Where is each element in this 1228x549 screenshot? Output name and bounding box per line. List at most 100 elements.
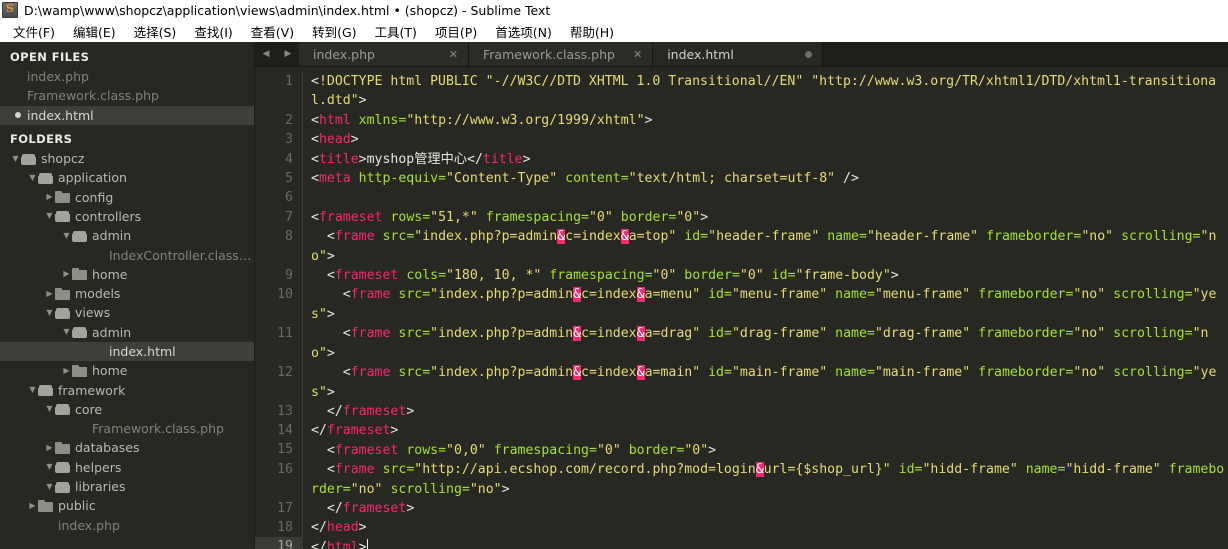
code-area[interactable]: 1 2 3 4 5 6 7 8 9 10 11 12 13 14 15 16 17 18 19 <!DO… <box>255 67 1228 549</box>
tab-modified-dot-icon[interactable] <box>805 50 813 58</box>
tree-item-label: home <box>92 266 128 282</box>
chevron-right-icon[interactable]: ▶ <box>44 443 55 452</box>
tree-folder-item[interactable]: ▶ home <box>0 265 254 284</box>
tree-folder-item[interactable]: ▼ framework <box>0 380 254 399</box>
line-number-continuation <box>255 479 302 498</box>
tree-folder-item[interactable]: ▼ helpers <box>0 458 254 477</box>
chevron-down-icon[interactable]: ▼ <box>44 463 55 471</box>
line-number: 16 <box>277 461 293 477</box>
line-number-continuation <box>255 305 302 324</box>
tree-folder-item[interactable]: ▼ core <box>0 400 254 419</box>
menu-item-preferences[interactable]: 首选项(N) <box>486 20 561 43</box>
menu-item-help[interactable]: 帮助(H) <box>561 20 623 43</box>
tree-folder-item[interactable]: ▼ views <box>0 303 254 322</box>
menu-item-find[interactable]: 查找(I) <box>185 20 241 43</box>
chevron-down-icon[interactable]: ▼ <box>44 212 55 220</box>
open-files-list: index.php Framework.class.php index.html <box>0 67 254 125</box>
chevron-down-icon[interactable]: ▼ <box>44 405 55 413</box>
tree-item-label: Framework.class.php <box>92 421 224 437</box>
tree-folder-item[interactable]: ▼ controllers <box>0 207 254 226</box>
tree-item-label: application <box>58 170 127 186</box>
line-number: 17 <box>277 500 293 516</box>
tree-file-item[interactable]: IndexController.class.php <box>0 245 254 264</box>
line-number: 2 <box>285 112 293 128</box>
chevron-right-icon[interactable]: ▶ <box>285 49 292 59</box>
tree-item-label: public <box>58 498 96 514</box>
line-number-continuation <box>255 343 302 362</box>
tree-item-label: helpers <box>75 459 122 475</box>
editor-tab[interactable]: index.php ✕ <box>299 42 469 66</box>
folder-open-icon <box>21 153 36 165</box>
sublime-text-window: D:\wamp\www\shopcz\application\views\adm… <box>0 0 1228 549</box>
tab-filler <box>823 42 1228 66</box>
tree-file-item[interactable]: index.php <box>0 516 254 535</box>
tab-close-icon[interactable]: ✕ <box>449 48 458 61</box>
tab-label: index.php <box>313 46 375 62</box>
open-file-item[interactable]: index.php <box>0 67 254 86</box>
tree-folder-item[interactable]: ▼ admin <box>0 226 254 245</box>
chevron-down-icon[interactable]: ▼ <box>61 231 72 240</box>
menu-item-view[interactable]: 查看(V) <box>242 20 303 43</box>
code-line: <frame src="index.php?p=admin&c=index&a=… <box>311 326 1209 361</box>
folder-closed-icon <box>55 191 70 204</box>
tab-nav: ◀ ▶ <box>255 42 299 66</box>
tree-folder-item[interactable]: ▼ shopcz <box>0 149 254 168</box>
code-line: </frameset> <box>326 500 415 516</box>
open-file-item[interactable]: index.html <box>0 105 254 125</box>
open-file-label: index.php <box>27 69 89 85</box>
chevron-down-icon[interactable]: ▼ <box>61 328 72 336</box>
tree-folder-item[interactable]: ▶ databases <box>0 438 254 457</box>
editor-tab[interactable]: Framework.class.php ✕ <box>469 42 654 66</box>
tree-folder-item[interactable]: ▶ home <box>0 361 254 380</box>
chevron-down-icon[interactable]: ▼ <box>44 482 55 491</box>
editor-tab[interactable]: index.html <box>653 42 824 66</box>
tree-folder-item[interactable]: ▶ models <box>0 284 254 303</box>
folder-open-icon <box>72 326 87 339</box>
menu-item-tools[interactable]: 工具(T) <box>366 20 426 43</box>
line-number: 15 <box>277 442 293 458</box>
folder-closed-icon <box>55 287 70 300</box>
folder-closed-icon <box>55 441 70 454</box>
code-line: <meta http-equiv="Content-Type" content=… <box>311 171 859 187</box>
folders-header: FOLDERS <box>10 131 73 146</box>
tree-folder-item[interactable]: ▼ application <box>0 168 254 187</box>
line-number: 8 <box>285 229 293 245</box>
chevron-right-icon[interactable]: ▶ <box>27 501 38 510</box>
tree-item-label: controllers <box>75 208 142 224</box>
tree-folder-item[interactable]: ▶ public <box>0 496 254 515</box>
line-number: 10 <box>277 287 293 303</box>
chevron-down-icon[interactable]: ▼ <box>27 173 38 182</box>
tree-folder-item[interactable]: ▶ config <box>0 187 254 206</box>
chevron-right-icon[interactable]: ▶ <box>61 366 72 375</box>
tree-file-item[interactable]: Framework.class.php <box>0 419 254 438</box>
chevron-right-icon[interactable]: ▶ <box>44 193 55 201</box>
line-number-gutter: 1 2 3 4 5 6 7 8 9 10 11 12 13 14 15 16 17 18 19 <box>255 72 302 549</box>
chevron-right-icon[interactable]: ▶ <box>44 289 55 298</box>
chevron-down-icon[interactable]: ▼ <box>44 308 55 317</box>
open-file-item[interactable]: Framework.class.php <box>0 86 254 105</box>
tree-item-label: IndexController.class.php <box>109 247 254 263</box>
tree-folder-item[interactable]: ▼ libraries <box>0 477 254 496</box>
menu-item-file[interactable]: 文件(F) <box>4 20 64 43</box>
tree-file-item[interactable]: index.html <box>0 341 254 362</box>
tree-item-label: index.html <box>109 344 176 359</box>
menu-bar: 文件(F) 编辑(E) 选择(S) 查找(I) 查看(V) 转到(G) 工具(T… <box>0 20 1228 42</box>
menu-item-selection[interactable]: 选择(S) <box>125 20 186 43</box>
tab-close-icon[interactable]: ✕ <box>633 48 642 61</box>
menu-item-edit[interactable]: 编辑(E) <box>64 20 125 43</box>
menu-item-goto[interactable]: 转到(G) <box>303 20 365 43</box>
code-line: <frame src="index.php?p=admin&c=index&a=… <box>311 365 1217 400</box>
code-content[interactable]: <!DOCTYPE html PUBLIC "-//W3C//DTD XHTML… <box>302 72 1228 549</box>
chevron-left-icon[interactable]: ◀ <box>263 49 270 59</box>
folder-open-icon <box>55 307 70 319</box>
chevron-right-icon[interactable]: ▶ <box>61 270 72 278</box>
chevron-down-icon[interactable]: ▼ <box>10 154 21 163</box>
tree-item-label: views <box>75 305 111 321</box>
code-line: <frameset rows="51,*" framespacing="0" b… <box>311 209 709 225</box>
chevron-down-icon[interactable]: ▼ <box>27 386 38 394</box>
tree-folder-item[interactable]: ▼ admin <box>0 323 254 342</box>
code-line: <frameset rows="0,0" framespacing="0" bo… <box>326 442 717 458</box>
menu-item-project[interactable]: 项目(P) <box>426 20 486 43</box>
tree-item-label: admin <box>92 228 132 244</box>
